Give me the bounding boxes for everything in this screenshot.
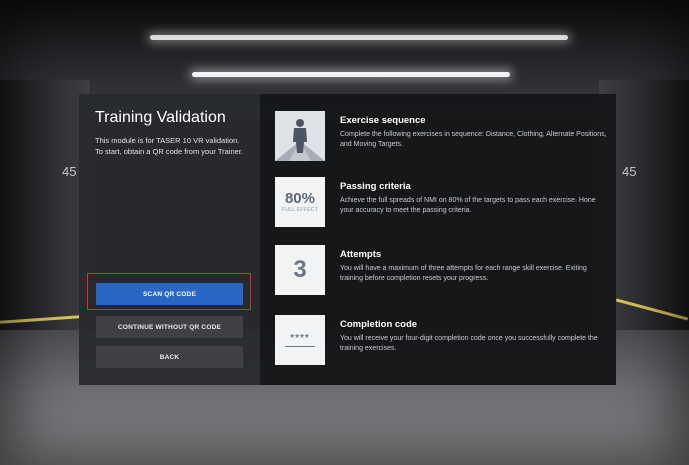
criteria-text: You will have a maximum of three attempt… — [340, 265, 587, 282]
criteria-item-completion-code: **** Completion code You will receive yo… — [275, 315, 605, 371]
full-effect-icon: 80% FULL EFFECT — [275, 177, 325, 227]
back-button[interactable]: BACK — [96, 346, 243, 368]
code-mask: **** — [290, 332, 310, 344]
page-title: Training Validation — [95, 109, 226, 126]
passing-percentage: 80% — [284, 189, 315, 207]
left-wall — [0, 80, 90, 340]
code-icon: **** — [275, 315, 325, 365]
criteria-title: Exercise sequence — [340, 115, 426, 126]
criteria-item-attempts: 3 Attempts You will have a maximum of th… — [275, 245, 605, 301]
criteria-item-exercise-sequence: Exercise sequence Complete the following… — [275, 111, 607, 167]
criteria-title: Completion code — [340, 319, 418, 330]
full-effect-label: FULL EFFECT — [281, 206, 319, 213]
criteria-text: Complete the following exercises in sequ… — [340, 131, 607, 148]
lane-number-left: 45 — [62, 164, 77, 179]
person-silhouette-icon — [275, 111, 325, 161]
criteria-title: Attempts — [340, 249, 382, 260]
criteria-item-passing-criteria: 80% FULL EFFECT Passing criteria Achieve… — [275, 177, 605, 233]
ceiling-light — [192, 72, 510, 77]
attempts-count: 3 — [293, 256, 307, 283]
panel-description: This module is for TASER 10 VR validatio… — [95, 136, 243, 156]
criteria-text: Achieve the full spreads of NMI on 80% o… — [340, 197, 596, 214]
scan-button-highlight — [87, 273, 251, 310]
criteria-panel: Exercise sequence Complete the following… — [260, 94, 616, 385]
criteria-text: You will receive your four-digit complet… — [340, 335, 598, 352]
attempts-icon: 3 — [275, 245, 325, 295]
code-underline — [285, 345, 315, 348]
criteria-title: Passing criteria — [340, 181, 411, 192]
validation-panel: Training Validation This module is for T… — [79, 94, 260, 385]
ceiling-light — [150, 35, 568, 40]
lane-number-right: 45 — [622, 164, 637, 179]
continue-without-qr-button[interactable]: CONTINUE WITHOUT QR CODE — [96, 316, 243, 338]
